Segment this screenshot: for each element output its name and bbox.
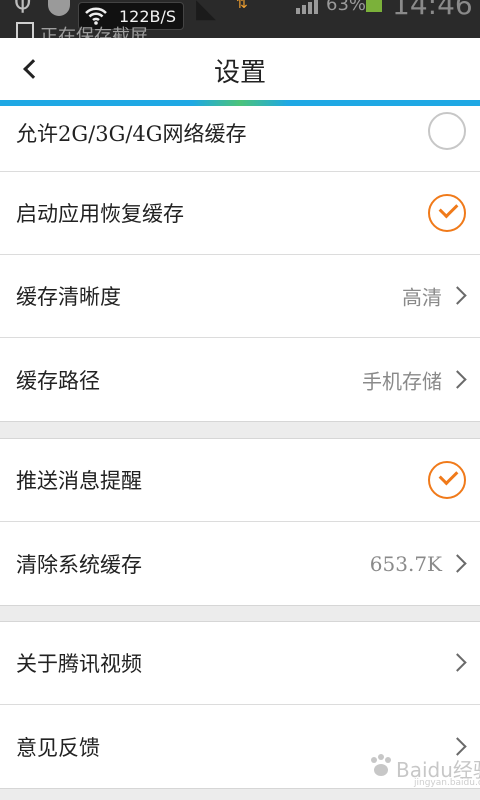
- checkmark-circle-icon[interactable]: [428, 461, 466, 499]
- setting-label: 清除系统缓存: [16, 552, 142, 577]
- checkmark-circle-icon[interactable]: [428, 194, 466, 232]
- setting-row-cache-path[interactable]: 缓存路径 手机存储: [0, 338, 480, 421]
- data-transfer-icon: ⇅: [236, 0, 248, 12]
- chevron-right-icon: [448, 286, 467, 305]
- chevron-right-icon: [448, 653, 467, 672]
- setting-label: 允许2G/3G/4G网络缓存: [16, 122, 247, 147]
- setting-row-resume-cache[interactable]: 启动应用恢复缓存: [0, 172, 480, 255]
- signal-icon: [296, 0, 318, 14]
- chevron-right-icon: [448, 553, 467, 573]
- setting-row-clear-cache[interactable]: 清除系统缓存 653.7K: [0, 522, 480, 605]
- battery-icon: [366, 0, 382, 12]
- setting-label: 启动应用恢复缓存: [16, 202, 184, 226]
- battery-percent: 63%: [326, 0, 367, 15]
- system-settings-group: 推送消息提醒 清除系统缓存 653.7K: [0, 438, 480, 606]
- screenshot-icon: [16, 22, 34, 38]
- clock: 14:46: [392, 0, 473, 21]
- title-bar: 设置: [0, 38, 480, 100]
- setting-label: 意见反馈: [16, 735, 100, 760]
- unchecked-circle-icon[interactable]: [428, 111, 466, 150]
- chevron-right-icon: [448, 369, 467, 389]
- setting-value: 653.7K: [369, 551, 442, 576]
- setting-row-cache-quality[interactable]: 缓存清晰度 高清: [0, 255, 480, 338]
- setting-row-feedback[interactable]: 意见反馈: [0, 705, 480, 788]
- setting-label: 缓存路径: [16, 368, 100, 393]
- setting-row-push-notification[interactable]: 推送消息提醒: [0, 439, 480, 522]
- page-title: 设置: [213, 58, 266, 88]
- setting-label: 推送消息提醒: [16, 469, 142, 493]
- chevron-right-icon: [448, 736, 467, 756]
- shield-icon: [48, 0, 70, 16]
- setting-value: 高清: [402, 285, 442, 310]
- screenshot-notice: 正在保存截屏: [40, 26, 148, 38]
- setting-row-about[interactable]: 关于腾讯视频: [0, 622, 480, 705]
- usb-icon: Ψ: [14, 0, 32, 19]
- setting-row-network-cache[interactable]: 允许2G/3G/4G网络缓存: [0, 106, 480, 172]
- about-settings-group: 关于腾讯视频 意见反馈: [0, 621, 480, 789]
- status-bar: Ψ 122B/S 正在保存截屏 ◣ ⇅ 63% 14:46: [0, 0, 480, 38]
- setting-value: 手机存储: [362, 369, 442, 393]
- mute-icon: ◣: [196, 0, 216, 24]
- setting-label: 关于腾讯视频: [16, 652, 142, 676]
- setting-label: 缓存清晰度: [16, 285, 121, 309]
- cache-settings-group: 允许2G/3G/4G网络缓存 启动应用恢复缓存 缓存清晰度 高清 缓存路径 手机…: [0, 106, 480, 422]
